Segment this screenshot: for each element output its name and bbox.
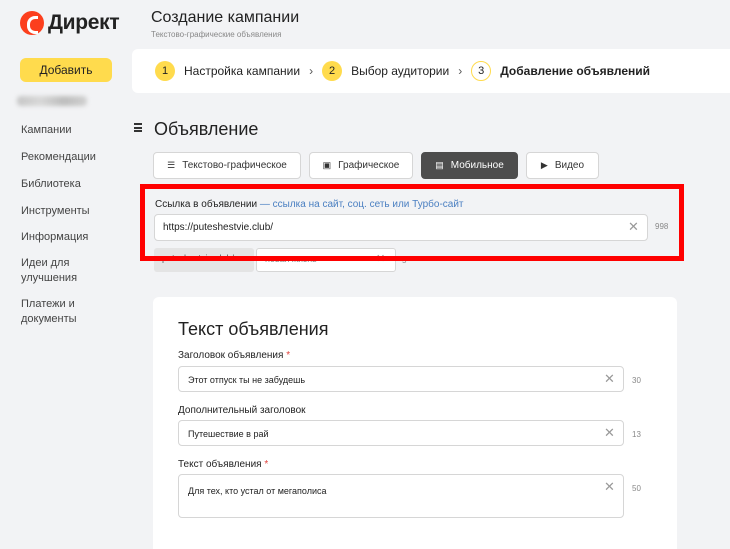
tab-text-graphic[interactable]: ☰ Текстово-графическое <box>153 152 301 179</box>
required-mark: * <box>264 459 269 470</box>
tab-graphic[interactable]: ▣ Графическое <box>309 152 413 179</box>
logo[interactable]: Директ <box>20 11 120 35</box>
step-label: Добавление объявлений <box>500 64 651 78</box>
extra-headline-label: Дополнительный заголовок <box>178 405 306 416</box>
list-icon[interactable] <box>134 123 142 132</box>
step-number: 2 <box>322 61 343 81</box>
step-add-ads[interactable]: 3 Добавление объявлений <box>471 61 650 81</box>
tab-label: Текстово-графическое <box>182 160 287 171</box>
add-button[interactable]: Добавить <box>20 58 112 82</box>
sidebar-item-campaigns[interactable]: Кампании <box>21 123 72 138</box>
sidebar-item-tools[interactable]: Инструменты <box>21 204 90 219</box>
sidebar-item-ideas[interactable]: Идеи для улучшения <box>21 256 101 286</box>
close-icon[interactable]: ✕ <box>604 480 615 493</box>
page-title: Создание кампании <box>151 9 300 26</box>
image-icon: ▣ <box>322 160 332 170</box>
logo-text: Директ <box>48 11 120 34</box>
page-subtitle: Текстово-графические объявления <box>151 30 282 39</box>
video-icon: ▶ <box>540 160 548 170</box>
sidebar: Директ Добавить Кампании Рекомендации Би… <box>0 0 132 549</box>
step-label: Выбор аудитории <box>351 64 450 78</box>
sidebar-item-payments[interactable]: Платежи и документы <box>21 297 101 327</box>
card-title: Текст объявления <box>178 319 329 339</box>
close-icon[interactable]: ✕ <box>604 426 615 439</box>
chevron-right-icon: › <box>309 64 314 78</box>
tab-label: Мобильное <box>450 160 504 171</box>
char-counter: 50 <box>632 484 641 493</box>
tab-label: Графическое <box>338 160 400 171</box>
ad-text-label: Текст объявления * <box>178 459 269 470</box>
yandex-logo-icon <box>20 11 44 35</box>
char-counter: 30 <box>632 376 641 385</box>
user-account-blurred[interactable] <box>17 96 87 106</box>
sidebar-item-information[interactable]: Информация <box>21 230 88 245</box>
tab-video[interactable]: ▶ Видео <box>526 152 599 179</box>
step-audience[interactable]: 2 Выбор аудитории <box>322 61 449 81</box>
campaign-stepper: 1 Настройка кампании › 2 Выбор аудитории… <box>132 49 730 93</box>
highlight-frame <box>140 184 684 261</box>
extra-headline-input[interactable]: Путешествие в рай <box>178 420 624 446</box>
section-title: Объявление <box>154 119 259 139</box>
tab-mobile[interactable]: ▤ Мобильное <box>421 152 518 179</box>
step-number: 3 <box>471 61 492 81</box>
required-mark: * <box>286 350 291 361</box>
text-graphic-icon: ☰ <box>167 160 176 170</box>
step-campaign-settings[interactable]: 1 Настройка кампании <box>155 61 300 81</box>
step-number: 1 <box>155 61 175 81</box>
mobile-icon: ▤ <box>435 160 444 170</box>
chevron-right-icon: › <box>458 64 463 78</box>
headline-label: Заголовок объявления * <box>178 350 291 361</box>
close-icon[interactable]: ✕ <box>604 372 615 385</box>
tab-label: Видео <box>554 160 585 171</box>
headline-input[interactable]: Этот отпуск ты не забудешь <box>178 366 624 392</box>
char-counter: 13 <box>632 430 641 439</box>
ad-text-input[interactable]: Для тех, кто устал от мегаполиса <box>178 474 624 518</box>
sidebar-item-library[interactable]: Библиотека <box>21 177 81 192</box>
step-label: Настройка кампании <box>184 64 301 78</box>
sidebar-item-recommendations[interactable]: Рекомендации <box>21 150 96 165</box>
